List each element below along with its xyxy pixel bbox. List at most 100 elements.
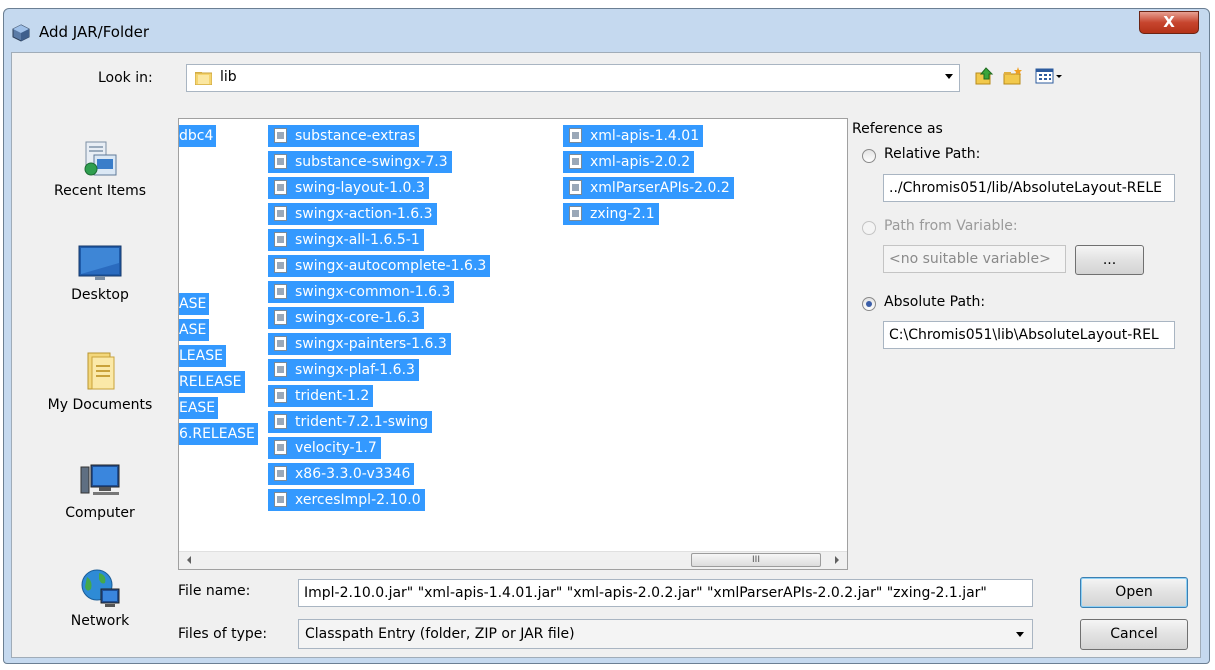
jar-file-icon bbox=[569, 128, 582, 143]
jar-file-icon bbox=[274, 258, 287, 273]
jar-file-icon bbox=[274, 466, 287, 481]
relative-path-label: Relative Path: bbox=[884, 146, 981, 162]
place-label: Network bbox=[70, 613, 130, 629]
file-name: swing-layout-1.0.3 bbox=[295, 180, 425, 196]
place-desktop[interactable]: Desktop bbox=[32, 243, 168, 303]
app-cube-icon bbox=[12, 24, 30, 42]
list-item[interactable]: swingx-autocomplete-1.6.3 bbox=[268, 255, 491, 277]
list-item[interactable]: swingx-action-1.6.3 bbox=[268, 203, 437, 225]
place-my-documents[interactable]: My Documents bbox=[32, 351, 168, 413]
look-in-label: Look in: bbox=[98, 70, 153, 86]
file-name: trident-7.2.1-swing bbox=[295, 414, 429, 430]
network-icon bbox=[81, 569, 120, 607]
list-item[interactable]: swingx-all-1.6.5-1 bbox=[268, 229, 424, 251]
list-item[interactable]: ASE bbox=[179, 319, 210, 341]
place-recent-items[interactable]: Recent Items bbox=[32, 139, 168, 199]
variable-select[interactable]: <no suitable variable> bbox=[883, 245, 1066, 273]
close-button[interactable]: X bbox=[1139, 11, 1199, 34]
browse-variable-button[interactable]: ... bbox=[1075, 245, 1144, 275]
file-name: xmlParserAPIs-2.0.2 bbox=[590, 180, 730, 196]
place-network[interactable]: Network bbox=[32, 567, 168, 629]
jar-file-icon bbox=[274, 206, 287, 221]
list-item[interactable]: substance-extras bbox=[268, 125, 420, 147]
list-item[interactable]: swingx-plaf-1.6.3 bbox=[268, 359, 419, 381]
scroll-thumb[interactable]: III bbox=[691, 553, 821, 567]
jar-file-icon bbox=[274, 336, 287, 351]
jar-file-icon bbox=[274, 154, 287, 169]
file-name-input[interactable]: Impl-2.10.0.jar" "xml-apis-1.4.01.jar" "… bbox=[298, 579, 1033, 607]
file-name: swingx-painters-1.6.3 bbox=[295, 336, 447, 352]
list-item[interactable]: zxing-2.1 bbox=[563, 203, 659, 225]
reference-as-label: Reference as bbox=[852, 121, 943, 137]
computer-icon bbox=[80, 464, 120, 495]
place-label: Recent Items bbox=[54, 183, 146, 199]
jar-file-icon bbox=[569, 180, 582, 195]
list-item[interactable]: ASE bbox=[179, 293, 210, 315]
relative-path-field[interactable]: ../Chromis051/lib/AbsoluteLayout-RELE bbox=[883, 174, 1175, 202]
absolute-path-radio[interactable] bbox=[862, 297, 876, 311]
place-label: Desktop bbox=[71, 287, 129, 303]
file-name: xml-apis-1.4.01 bbox=[590, 128, 700, 144]
file-name: swingx-all-1.6.5-1 bbox=[295, 232, 420, 248]
jar-file-icon bbox=[274, 232, 287, 247]
file-name: swingx-common-1.6.3 bbox=[295, 284, 451, 300]
list-item[interactable]: swing-layout-1.0.3 bbox=[268, 177, 429, 199]
folder-icon bbox=[195, 72, 212, 85]
list-item[interactable]: x86-3.3.0-v3346 bbox=[268, 463, 415, 485]
dialog-content: Look in: lib Recent Items Desktop My Doc… bbox=[11, 52, 1201, 658]
view-menu-icon[interactable] bbox=[1034, 66, 1064, 86]
jar-file-icon bbox=[274, 180, 287, 195]
files-of-type-select[interactable]: Classpath Entry (folder, ZIP or JAR file… bbox=[298, 619, 1033, 649]
absolute-path-label: Absolute Path: bbox=[884, 294, 986, 310]
list-item[interactable]: xercesImpl-2.10.0 bbox=[268, 489, 425, 511]
path-from-variable-radio[interactable] bbox=[862, 221, 876, 235]
list-item[interactable]: trident-1.2 bbox=[268, 385, 374, 407]
jar-file-icon bbox=[274, 492, 287, 507]
look-in-value: lib bbox=[220, 69, 237, 85]
list-item[interactable]: RELEASE bbox=[179, 371, 245, 393]
list-item[interactable]: EASE bbox=[179, 397, 219, 419]
file-name: substance-swingx-7.3 bbox=[295, 154, 448, 170]
jar-file-icon bbox=[569, 206, 582, 221]
absolute-path-field[interactable]: C:\Chromis051\lib\AbsoluteLayout-REL bbox=[883, 321, 1175, 349]
cancel-button[interactable]: Cancel bbox=[1080, 619, 1188, 650]
file-name: swingx-plaf-1.6.3 bbox=[295, 362, 415, 378]
file-name: zxing-2.1 bbox=[590, 206, 655, 222]
jar-file-icon bbox=[569, 154, 582, 169]
list-item[interactable]: xmlParserAPIs-2.0.2 bbox=[563, 177, 734, 199]
chevron-down-icon bbox=[1016, 632, 1024, 637]
list-item[interactable]: velocity-1.7 bbox=[268, 437, 381, 459]
list-item[interactable]: xml-apis-1.4.01 bbox=[563, 125, 704, 147]
list-item[interactable]: 6.RELEASE bbox=[179, 423, 258, 445]
path-from-variable-label: Path from Variable: bbox=[884, 218, 1018, 234]
list-item[interactable]: swingx-common-1.6.3 bbox=[268, 281, 455, 303]
look-in-combo[interactable]: lib bbox=[186, 64, 960, 92]
up-one-level-icon[interactable] bbox=[974, 66, 996, 86]
place-label: Computer bbox=[65, 505, 135, 521]
list-item[interactable]: xml-apis-2.0.2 bbox=[563, 151, 695, 173]
new-folder-icon[interactable] bbox=[1002, 66, 1024, 86]
recent-items-icon bbox=[84, 141, 117, 176]
scroll-left-icon[interactable] bbox=[187, 556, 191, 564]
list-item[interactable]: substance-swingx-7.3 bbox=[268, 151, 452, 173]
places-bar: Recent Items Desktop My Documents Comput… bbox=[32, 118, 168, 648]
title-bar[interactable]: Add JAR/Folder X bbox=[4, 9, 1209, 51]
scroll-right-icon[interactable] bbox=[835, 556, 839, 564]
list-item[interactable]: trident-7.2.1-swing bbox=[268, 411, 433, 433]
list-item[interactable]: LEASE bbox=[179, 345, 226, 367]
list-item[interactable]: swingx-painters-1.6.3 bbox=[268, 333, 451, 355]
place-computer[interactable]: Computer bbox=[32, 461, 168, 521]
jar-file-icon bbox=[274, 362, 287, 377]
open-button[interactable]: Open bbox=[1080, 577, 1188, 608]
relative-path-radio[interactable] bbox=[862, 149, 876, 163]
list-item[interactable]: swingx-core-1.6.3 bbox=[268, 307, 424, 329]
list-item[interactable]: dbc4 bbox=[179, 125, 217, 147]
file-name: x86-3.3.0-v3346 bbox=[295, 466, 411, 482]
file-name: xml-apis-2.0.2 bbox=[590, 154, 691, 170]
horizontal-scrollbar[interactable]: III bbox=[179, 551, 847, 569]
file-name: swingx-core-1.6.3 bbox=[295, 310, 420, 326]
file-list[interactable]: dbc4 ASE ASE LEASE RELEASE EASE 6.RELEAS… bbox=[178, 118, 848, 570]
my-documents-icon bbox=[87, 352, 115, 390]
add-jar-folder-dialog: Add JAR/Folder X Look in: lib Recent Ite… bbox=[3, 8, 1210, 664]
desktop-icon bbox=[78, 245, 122, 280]
